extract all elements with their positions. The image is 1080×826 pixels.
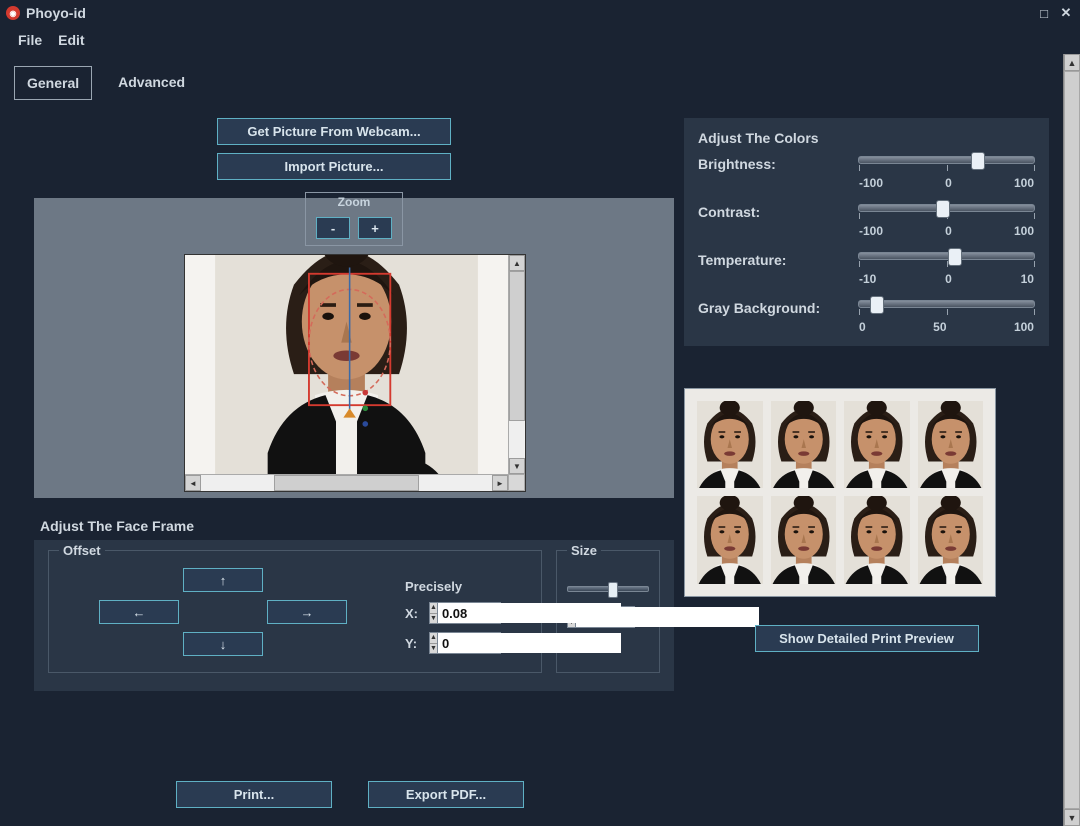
menubar: File Edit <box>0 26 1080 54</box>
offset-down-button[interactable]: ↓ <box>183 632 263 656</box>
tab-bar: General Advanced <box>14 66 1049 100</box>
zoom-out-button[interactable]: - <box>316 217 350 239</box>
preview-thumbnail <box>697 496 763 583</box>
color-label: Temperature: <box>698 252 858 268</box>
window-scrollbar-vertical[interactable]: ▲ ▼ <box>1063 54 1080 826</box>
menu-file[interactable]: File <box>12 28 48 52</box>
color-slider-thumb[interactable] <box>936 200 950 218</box>
import-picture-button[interactable]: Import Picture... <box>217 153 451 180</box>
color-label: Brightness: <box>698 156 858 172</box>
y-label: Y: <box>405 636 421 651</box>
bottom-action-bar: Print... Export PDF... <box>0 781 700 808</box>
preview-thumbnail <box>771 496 837 583</box>
size-slider[interactable] <box>567 586 649 592</box>
x-spinner[interactable]: ▲▼ <box>429 602 501 624</box>
color-scale: -1000100 <box>858 216 1035 238</box>
color-adjust-title: Adjust The Colors <box>698 130 1035 146</box>
scroll-left-icon[interactable]: ◄ <box>185 475 201 491</box>
preview-thumbnail <box>771 401 837 488</box>
color-adjust-panel: Adjust The Colors Brightness:-1000100Con… <box>684 118 1049 346</box>
color-slider-thumb[interactable] <box>870 296 884 314</box>
spin-down-icon[interactable]: ▼ <box>430 614 437 624</box>
offset-group: Offset ↑ ← → ↓ Precisely X: <box>48 550 542 673</box>
color-row: Brightness:-1000100 <box>698 156 1035 190</box>
tab-advanced[interactable]: Advanced <box>106 66 197 100</box>
preview-thumbnail <box>697 401 763 488</box>
print-button[interactable]: Print... <box>176 781 332 808</box>
face-frame-title: Adjust The Face Frame <box>40 518 654 534</box>
spin-down-icon[interactable]: ▼ <box>430 644 437 654</box>
x-input[interactable] <box>438 603 621 623</box>
color-slider[interactable] <box>858 300 1035 308</box>
image-panel: Zoom - + <box>34 198 674 498</box>
color-slider[interactable] <box>858 156 1035 164</box>
color-row: Contrast:-1000100 <box>698 204 1035 238</box>
window-title: Phoyo-id <box>26 5 86 21</box>
print-preview-sheet <box>684 388 996 597</box>
export-pdf-button[interactable]: Export PDF... <box>368 781 524 808</box>
size-slider-thumb[interactable] <box>608 582 618 598</box>
preview-thumbnail <box>918 401 984 488</box>
photo-canvas[interactable] <box>185 255 508 474</box>
scroll-down-icon[interactable]: ▼ <box>1064 809 1080 826</box>
color-row: Gray Background:050100 <box>698 300 1035 334</box>
preview-thumbnail <box>844 496 910 583</box>
color-row: Temperature:-10010 <box>698 252 1035 286</box>
color-scale: -10010 <box>858 264 1035 286</box>
offset-left-button[interactable]: ← <box>99 600 179 624</box>
preview-thumbnail <box>844 401 910 488</box>
menu-edit[interactable]: Edit <box>52 28 90 52</box>
size-label: Size <box>567 543 601 558</box>
photo-scrollbar-horizontal[interactable]: ◄ ► <box>185 474 508 491</box>
color-slider[interactable] <box>858 204 1035 212</box>
zoom-in-button[interactable]: + <box>358 217 392 239</box>
offset-up-button[interactable]: ↑ <box>183 568 263 592</box>
color-scale: -1000100 <box>858 168 1035 190</box>
color-slider-thumb[interactable] <box>948 248 962 266</box>
scroll-up-icon[interactable]: ▲ <box>509 255 525 271</box>
zoom-label: Zoom <box>305 192 403 211</box>
window-close-icon[interactable]: ✕ <box>1058 5 1074 21</box>
face-frame-panel: Offset ↑ ← → ↓ Precisely X: <box>34 540 674 691</box>
color-label: Gray Background: <box>698 300 858 316</box>
color-slider-thumb[interactable] <box>971 152 985 170</box>
photo-viewport[interactable]: ▲ ▼ ◄ ► <box>184 254 526 492</box>
app-icon: ◉ <box>6 6 20 20</box>
color-scale: 050100 <box>858 312 1035 334</box>
precise-group: Precisely X: ▲▼ Y: <box>405 579 525 662</box>
preview-thumbnail <box>918 496 984 583</box>
scroll-right-icon[interactable]: ► <box>492 475 508 491</box>
color-label: Contrast: <box>698 204 858 220</box>
precisely-label: Precisely <box>405 579 525 594</box>
scroll-up-icon[interactable]: ▲ <box>1064 54 1080 71</box>
spin-up-icon[interactable]: ▲ <box>430 633 437 644</box>
offset-right-button[interactable]: → <box>267 600 347 624</box>
photo-scrollbar-vertical[interactable]: ▲ ▼ <box>508 255 525 474</box>
get-webcam-button[interactable]: Get Picture From Webcam... <box>217 118 451 145</box>
zoom-group: Zoom - + <box>305 192 403 246</box>
color-slider[interactable] <box>858 252 1035 260</box>
x-label: X: <box>405 606 421 621</box>
y-input[interactable] <box>438 633 621 653</box>
window-maximize-icon[interactable]: □ <box>1036 5 1052 21</box>
offset-label: Offset <box>59 543 105 558</box>
scroll-down-icon[interactable]: ▼ <box>509 458 525 474</box>
scroll-corner <box>508 474 525 491</box>
show-detailed-preview-button[interactable]: Show Detailed Print Preview <box>755 625 979 652</box>
titlebar: ◉ Phoyo-id □ ✕ <box>0 0 1080 26</box>
tab-general[interactable]: General <box>14 66 92 100</box>
spin-up-icon[interactable]: ▲ <box>430 603 437 614</box>
y-spinner[interactable]: ▲▼ <box>429 632 501 654</box>
